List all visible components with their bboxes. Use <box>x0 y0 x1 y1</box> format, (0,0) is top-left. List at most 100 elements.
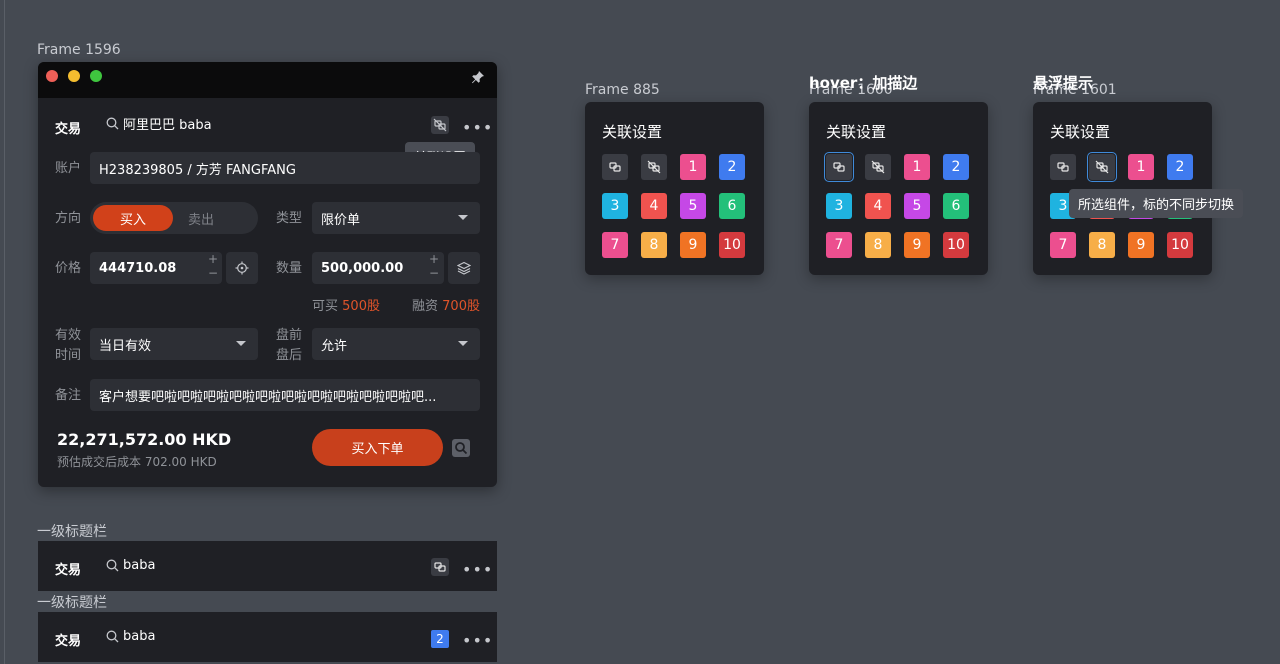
margin-value: 700股 <box>442 299 480 314</box>
title-bar-group: 交易 baba 2 ••• <box>38 612 497 662</box>
link-group-tile-6[interactable]: 6 <box>943 193 969 219</box>
link-group-tile-2[interactable]: 2 <box>1167 154 1193 180</box>
link-group-tile-1[interactable]: 1 <box>1128 154 1154 180</box>
link-group-tile-5[interactable]: 5 <box>680 193 706 219</box>
link-group-tile-7[interactable]: 7 <box>826 232 852 258</box>
link-group-tile-5[interactable]: 5 <box>904 193 930 219</box>
panel-title: 关联设置 <box>602 123 663 141</box>
qty-stepper[interactable]: + − <box>425 252 443 284</box>
bar2-group-badge[interactable]: 2 <box>431 630 449 648</box>
link-group-tile-4[interactable]: 4 <box>865 193 891 219</box>
estimated-cost: 预估成交后成本 702.00 HKD <box>57 455 217 469</box>
link-group-tile-6[interactable]: 6 <box>719 193 745 219</box>
link-panel-hover: 关联设置 1 2 3 4 5 6 7 8 9 10 <box>809 102 988 275</box>
link-group-tile-9[interactable]: 9 <box>904 232 930 258</box>
link-tile-grid: 12 3456 789 10 <box>602 154 745 258</box>
link-group-tile-2[interactable]: 2 <box>943 154 969 180</box>
minimize-window-button[interactable] <box>68 70 80 82</box>
price-stepper[interactable]: + − <box>204 252 222 284</box>
canvas-edge <box>4 0 5 664</box>
prepost-label-line2: 盘后 <box>276 348 303 363</box>
unlink-icon <box>871 160 885 174</box>
pin-icon[interactable] <box>471 70 485 84</box>
unlink-tile[interactable] <box>1087 152 1117 182</box>
validity-label: 有效 时间 <box>55 326 81 366</box>
qty-minus[interactable]: − <box>425 266 443 280</box>
price-target-button[interactable] <box>226 252 258 284</box>
validity-select[interactable]: 当日有效 <box>90 328 258 360</box>
can-buy-info: 可买 500股 <box>312 295 380 314</box>
bar1-title: 交易 <box>55 563 82 578</box>
link-icon <box>434 562 446 572</box>
unlink-tile[interactable] <box>641 154 667 180</box>
link-group-tile-10[interactable]: 10 <box>943 232 969 258</box>
link-group-tile-3[interactable]: 3 <box>826 193 852 219</box>
search-value: 阿里巴巴 baba <box>123 118 212 133</box>
link-group-tile-8[interactable]: 8 <box>1089 232 1115 258</box>
note-input[interactable]: 客户想要吧啦吧啦吧啦吧啦吧啦吧啦吧啦吧啦吧啦吧啦吧... <box>90 379 480 411</box>
bar1-link-button[interactable] <box>431 558 449 576</box>
price-minus[interactable]: − <box>204 266 222 280</box>
unlink-tile[interactable] <box>865 154 891 180</box>
bar2-search[interactable]: baba <box>106 629 155 644</box>
link-group-tile-9[interactable]: 9 <box>680 232 706 258</box>
link-group-tile-10[interactable]: 10 <box>1167 232 1193 258</box>
search-icon <box>106 117 119 130</box>
link-settings-button[interactable] <box>431 116 449 134</box>
link-group-tile-4[interactable]: 4 <box>641 193 667 219</box>
close-window-button[interactable] <box>46 70 58 82</box>
bar1-more-button[interactable]: ••• <box>462 562 493 578</box>
prepost-select[interactable]: 允许 <box>312 328 480 360</box>
bar2-label: 一级标题栏 <box>37 595 107 611</box>
price-label: 价格 <box>55 261 82 276</box>
panel-title: 关联设置 <box>1050 123 1111 141</box>
margin-label: 融资 <box>412 299 439 314</box>
link-icon <box>833 162 845 172</box>
title-bar-linked: 交易 baba ••• <box>38 541 497 591</box>
link-group-tile-8[interactable]: 8 <box>865 232 891 258</box>
link-tile[interactable] <box>824 152 854 182</box>
link-group-tile-2[interactable]: 2 <box>719 154 745 180</box>
order-type-select[interactable]: 限价单 <box>312 202 480 234</box>
account-field[interactable]: H238239805 / 方芳 FANGFANG <box>90 152 480 184</box>
validity-label-line1: 有效 <box>55 328 82 343</box>
type-label: 类型 <box>276 211 303 226</box>
link-group-tile-7[interactable]: 7 <box>602 232 628 258</box>
link-tile[interactable] <box>602 154 628 180</box>
link-group-tile-8[interactable]: 8 <box>641 232 667 258</box>
link-group-tile-7[interactable]: 7 <box>1050 232 1076 258</box>
hover-note: hover：加描边 <box>809 74 918 92</box>
link-panel-default: 关联设置 1 2 3 4 5 6 7 8 9 10 <box>585 102 764 275</box>
link-group-tile-9[interactable]: 9 <box>1128 232 1154 258</box>
prepost-label: 盘前 盘后 <box>276 326 302 366</box>
link-group-tile-1[interactable]: 1 <box>904 154 930 180</box>
header-title: 交易 <box>55 122 82 137</box>
link-group-tile-1[interactable]: 1 <box>680 154 706 180</box>
qty-plus[interactable]: + <box>425 252 443 266</box>
stock-search[interactable]: 阿里巴巴 baba <box>106 114 212 133</box>
trade-window: 交易 阿里巴巴 baba ••• 关联设置 账户 H238239805 / 方芳… <box>38 62 497 487</box>
maximize-window-button[interactable] <box>90 70 102 82</box>
buy-toggle[interactable]: 买入 <box>93 205 173 231</box>
link-tile[interactable] <box>1050 154 1076 180</box>
prepost-label-line1: 盘前 <box>276 328 303 343</box>
link-tile-grid: 12 3456 789 10 <box>824 152 969 258</box>
price-input[interactable]: 444710.08 <box>90 252 222 284</box>
link-group-tile-10[interactable]: 10 <box>719 232 745 258</box>
buy-order-button[interactable]: 买入下单 <box>312 429 443 466</box>
search-icon <box>106 630 119 643</box>
direction-toggle: 买入 卖出 <box>90 202 258 234</box>
target-icon <box>235 261 249 275</box>
validity-value: 当日有效 <box>99 338 152 354</box>
link-group-tile-3[interactable]: 3 <box>602 193 628 219</box>
chevron-down-icon <box>458 215 468 220</box>
frame-label-885: Frame 885 <box>585 82 660 98</box>
bar1-search[interactable]: baba <box>106 558 155 573</box>
price-plus[interactable]: + <box>204 252 222 266</box>
more-menu-button[interactable]: ••• <box>462 120 493 136</box>
sell-toggle[interactable]: 卖出 <box>188 209 214 228</box>
preview-button[interactable] <box>452 439 470 457</box>
tooltip-note: 悬浮提示 <box>1033 74 1094 92</box>
qty-layers-button[interactable] <box>448 252 480 284</box>
bar2-more-button[interactable]: ••• <box>462 633 493 649</box>
